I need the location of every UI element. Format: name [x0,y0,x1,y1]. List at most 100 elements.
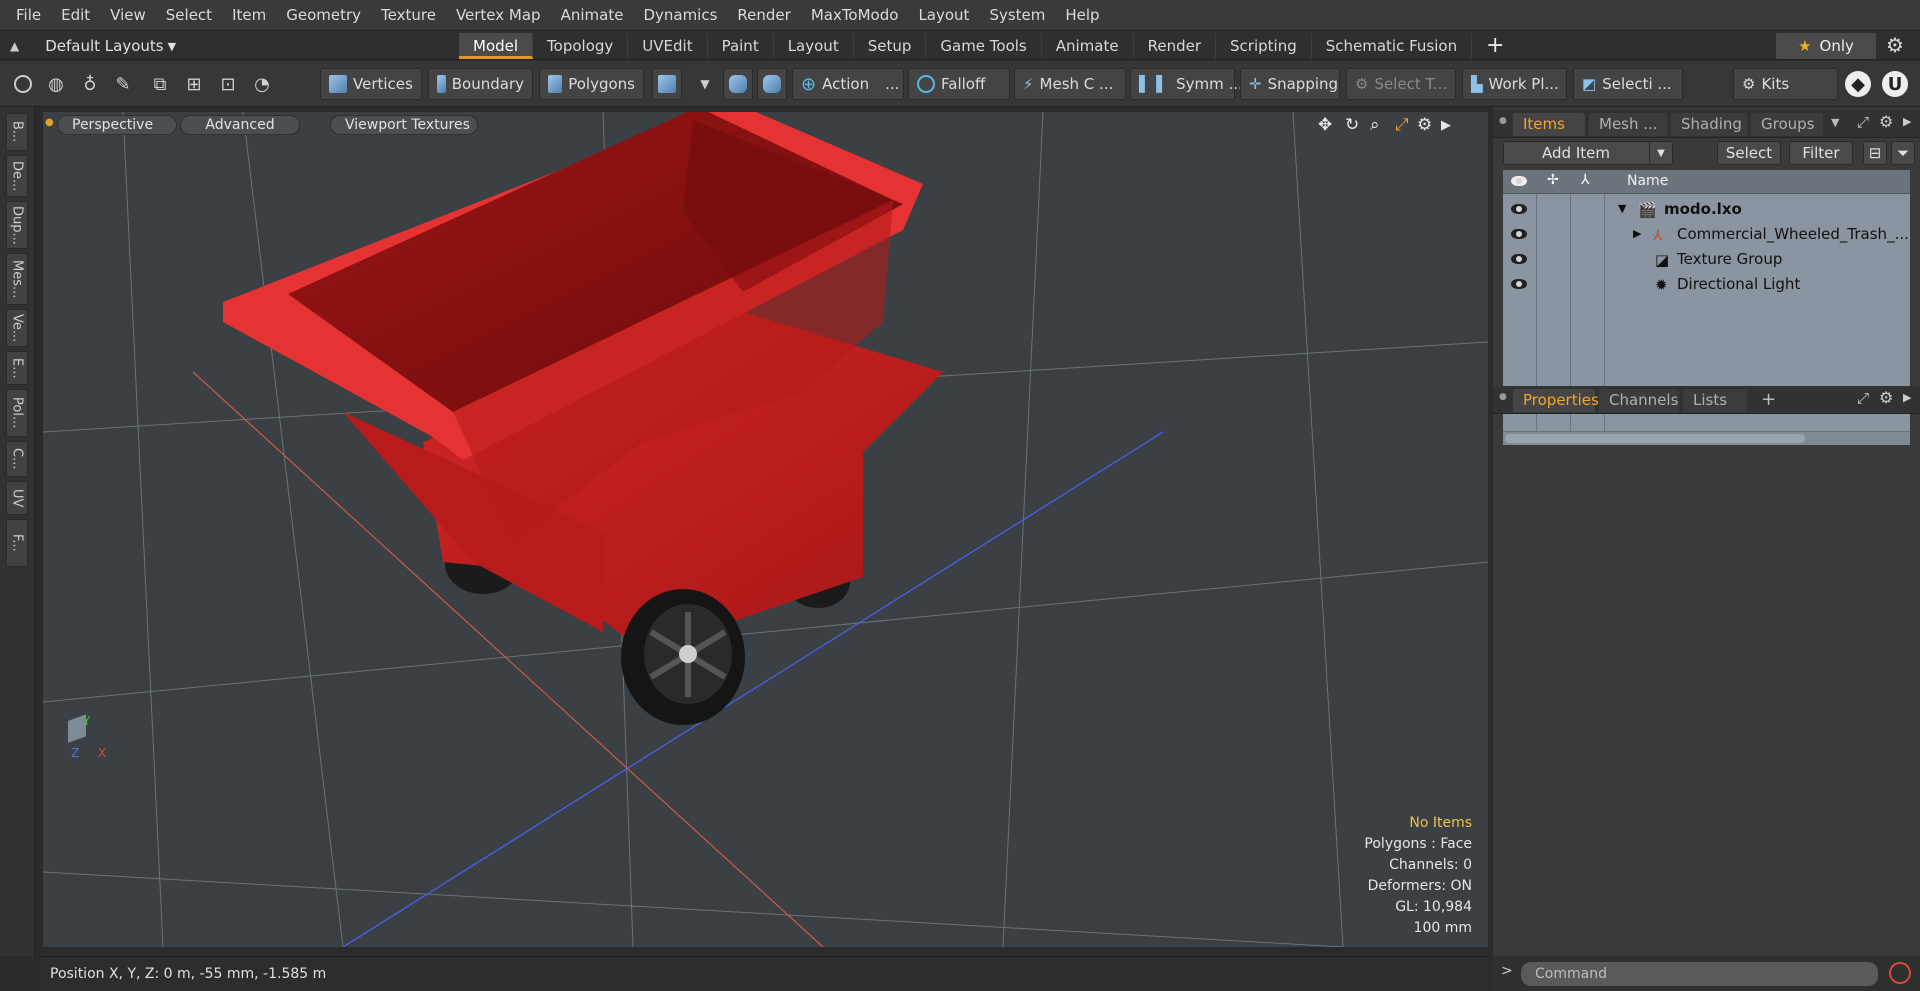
add-tab-icon[interactable]: + [1486,33,1504,59]
move-view-icon[interactable]: ✥ [1318,115,1332,135]
visibility-eye-icon[interactable] [1511,202,1527,216]
material-mode-button[interactable] [652,68,682,100]
menu-view[interactable]: View [100,6,156,24]
menu-select[interactable]: Select [156,6,222,24]
select-button[interactable]: Select [1717,141,1781,165]
tab-groups[interactable]: Groups [1751,113,1823,136]
tab-items[interactable]: Items [1513,113,1585,136]
expand-down-icon[interactable]: ▼ [1618,202,1626,215]
strip-tab-basic[interactable]: B... [6,113,28,151]
action-center-button[interactable]: ⊕ Action ... [792,68,904,100]
frame-icon[interactable]: ⊡ [215,71,241,97]
tab-scripting[interactable]: Scripting [1216,33,1312,59]
strip-tab-curve[interactable]: C... [6,441,28,477]
menu-geometry[interactable]: Geometry [276,6,371,24]
polygons-button[interactable]: Polygons [539,68,644,100]
strip-tab-duplicate[interactable]: Dup... [6,201,28,249]
filter-button[interactable]: Filter [1789,141,1853,165]
paint-select-icon[interactable]: ✎ [110,71,136,97]
add-item-dropdown[interactable]: ▼ [1649,141,1673,165]
menu-edit[interactable]: Edit [51,6,100,24]
filter-funnel-button[interactable]: ⏷ [1891,141,1915,165]
mesh-constraint-button[interactable]: ⚡ Mesh C ... [1014,68,1126,100]
panel-gear-icon[interactable]: ⚙ [1879,388,1893,407]
chevron-down-icon[interactable]: ▼ [692,71,718,97]
loop-select-icon[interactable]: ⧉ [147,71,173,97]
menu-dynamics[interactable]: Dynamics [633,6,727,24]
visibility-eye-icon[interactable] [1511,252,1527,266]
globe-icon[interactable]: ◍ [43,71,69,97]
menu-render[interactable]: Render [727,6,800,24]
tab-model[interactable]: Model [459,33,534,59]
lasso-icon[interactable]: ♁ [77,71,103,97]
grid-select-icon[interactable]: ⊞ [181,71,207,97]
panel-maximize-icon[interactable]: ⤢ [1857,113,1869,131]
record-icon[interactable] [1889,962,1911,984]
list-item[interactable]: ✹ Directional Light [1503,272,1910,297]
layouts-dropdown[interactable]: ▲ Default Layouts ▼ [10,35,176,57]
tab-schematic-fusion[interactable]: Schematic Fusion [1312,33,1473,59]
tab-uvedit[interactable]: UVEdit [628,33,708,59]
visibility-eye-icon[interactable] [1511,277,1527,291]
panel-expand-icon[interactable]: ▶ [1903,115,1911,128]
viewport-settings-icon[interactable]: ⚙ [1417,115,1432,135]
menu-texture[interactable]: Texture [371,6,446,24]
tab-animate[interactable]: Animate [1042,33,1134,59]
symmetry-shield-button[interactable] [723,68,753,100]
strip-tab-polygon[interactable]: Pol... [6,389,28,437]
viewport-expand-icon[interactable]: ▶ [1441,118,1451,133]
3d-viewport[interactable]: Y X Z ● Perspective Advanced Viewport Te… [43,112,1488,947]
falloff-button[interactable]: Falloff [908,68,1010,100]
viewport-textures-button[interactable]: Viewport Textures [330,115,478,135]
panel-maximize-icon[interactable]: ⤢ [1857,389,1869,407]
menu-item[interactable]: Item [222,6,276,24]
menu-system[interactable]: System [979,6,1055,24]
select-through-button[interactable]: ⚙ Select T... [1346,68,1456,100]
symmetry-button[interactable]: ▌▐ Symm ... [1130,68,1243,100]
lock-header-icon[interactable]: ✢ [1547,172,1559,188]
strip-tab-fusion[interactable]: F... [6,519,28,567]
strip-tab-deform[interactable]: De... [6,155,28,197]
zoom-view-icon[interactable]: ⌕ [1370,115,1380,135]
list-item[interactable]: ◪ Texture Group [1503,247,1910,272]
kits-button[interactable]: ⚙ Kits [1733,68,1838,100]
collapse-toggle[interactable]: ⊟ [1863,141,1887,165]
snapping-button[interactable]: ✛ Snapping [1240,68,1340,100]
tab-setup[interactable]: Setup [854,33,927,59]
tab-shading[interactable]: Shading [1671,113,1747,136]
visibility-eye-icon[interactable] [1511,227,1527,241]
rotate-view-icon[interactable]: ↻ [1345,115,1359,135]
tab-channels[interactable]: Channels [1599,389,1679,412]
add-tab-icon[interactable]: + [1761,389,1776,410]
strip-tab-mesh-edit[interactable]: Mes... [6,253,28,305]
panel-menu-dot-icon[interactable]: ● [1499,392,1507,402]
selection-sets-button[interactable]: ◩ Selecti ... [1573,68,1683,100]
axis-header-icon[interactable]: ⅄ [1581,172,1590,188]
item-mode-icon[interactable] [285,71,311,97]
menu-maxtomodo[interactable]: MaxToModo [801,6,909,24]
expand-right-icon[interactable]: ▶ [1633,227,1641,240]
strip-tab-edge[interactable]: E... [6,351,28,385]
workplane-button[interactable]: ▙ Work Pl... [1462,68,1567,100]
unreal-icon[interactable]: U [1882,71,1908,97]
scrollbar-thumb[interactable] [1505,434,1805,443]
name-column-header[interactable]: Name [1627,173,1668,189]
viewport-menu-dot-icon[interactable]: ● [45,117,54,128]
panel-expand-icon[interactable]: ▶ [1903,391,1911,404]
menu-layout[interactable]: Layout [908,6,979,24]
vertices-button[interactable]: Vertices [320,68,422,100]
tab-layout[interactable]: Layout [774,33,854,59]
maximize-view-icon[interactable]: ⤢ [1395,115,1409,135]
ring-icon[interactable]: ◔ [249,71,275,97]
only-toggle[interactable]: ★ Only [1776,33,1876,59]
perspective-button[interactable]: Perspective [57,115,177,135]
unity-icon[interactable]: ◆ [1845,71,1871,97]
menu-vertex-map[interactable]: Vertex Map [446,6,551,24]
strip-tab-vertex[interactable]: Ve... [6,309,28,347]
boundary-button[interactable]: Boundary [428,68,533,100]
gear-icon[interactable]: ⚙ [1886,33,1904,57]
panel-gear-icon[interactable]: ⚙ [1879,112,1893,131]
add-item-button[interactable]: Add Item [1503,141,1673,165]
menu-animate[interactable]: Animate [551,6,634,24]
tab-lists[interactable]: Lists [1683,389,1747,412]
